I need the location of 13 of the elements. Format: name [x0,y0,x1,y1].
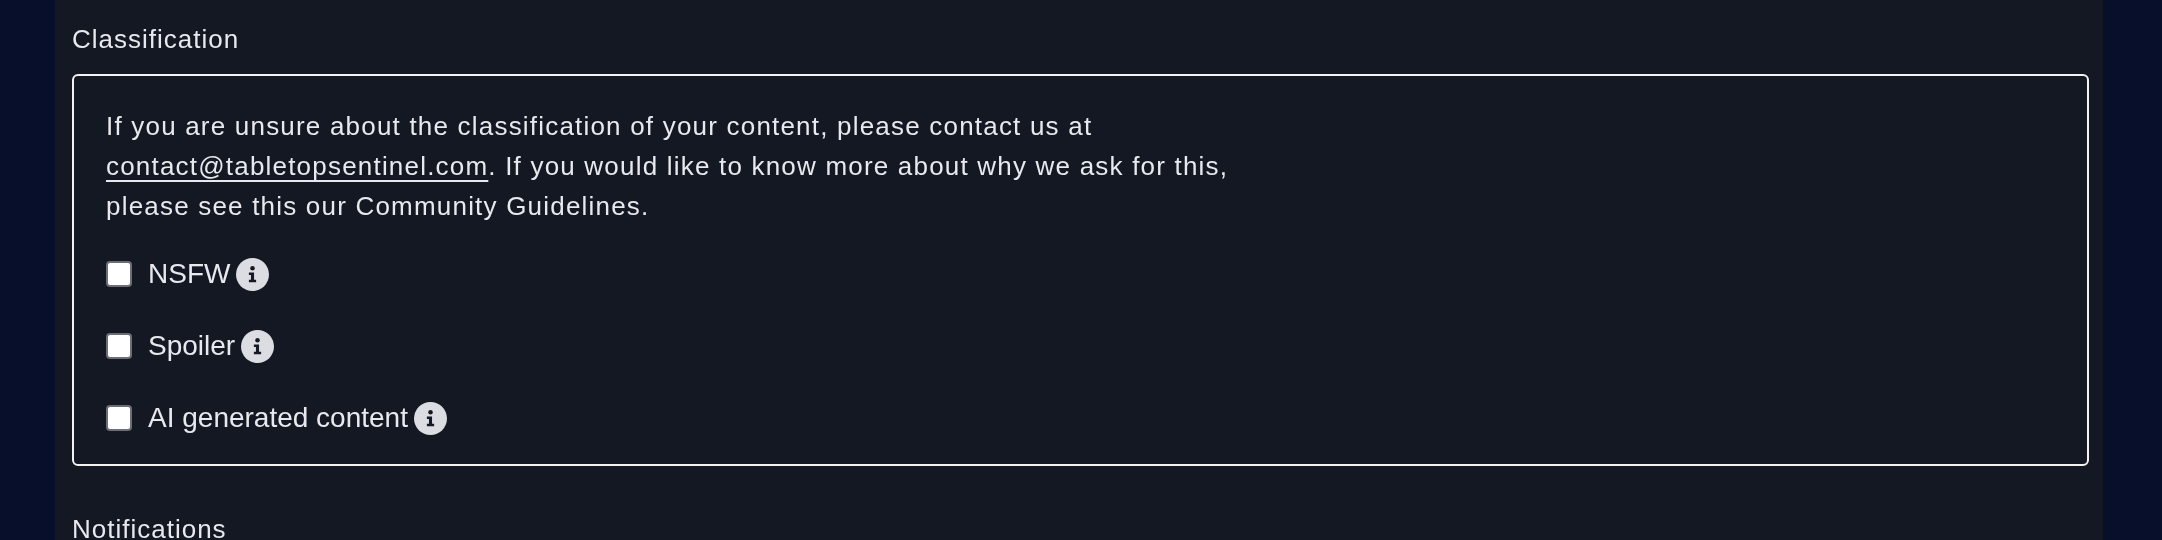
intro-text: If you are unsure about the classification of your content, please contact us at contact@tabletopsentinel.com. If you would like to know more about why we ask for this, please see this our Community Guidelines. [106,110,1230,223]
checkbox[interactable] [106,261,132,287]
info-icon[interactable] [236,257,270,291]
email-link[interactable]: contact@tabletopsentinel.com [106,151,489,181]
section-heading: Notifications [72,513,227,540]
checkbox[interactable] [106,333,132,359]
checkbox-label: AI generated content [148,402,408,434]
checkbox-label: NSFW [148,258,231,290]
info-icon[interactable] [241,329,275,363]
section-heading: Classification [72,23,240,56]
checkbox-label: Spoiler [148,330,236,362]
checkbox[interactable] [106,405,132,431]
info-icon[interactable] [414,401,447,435]
